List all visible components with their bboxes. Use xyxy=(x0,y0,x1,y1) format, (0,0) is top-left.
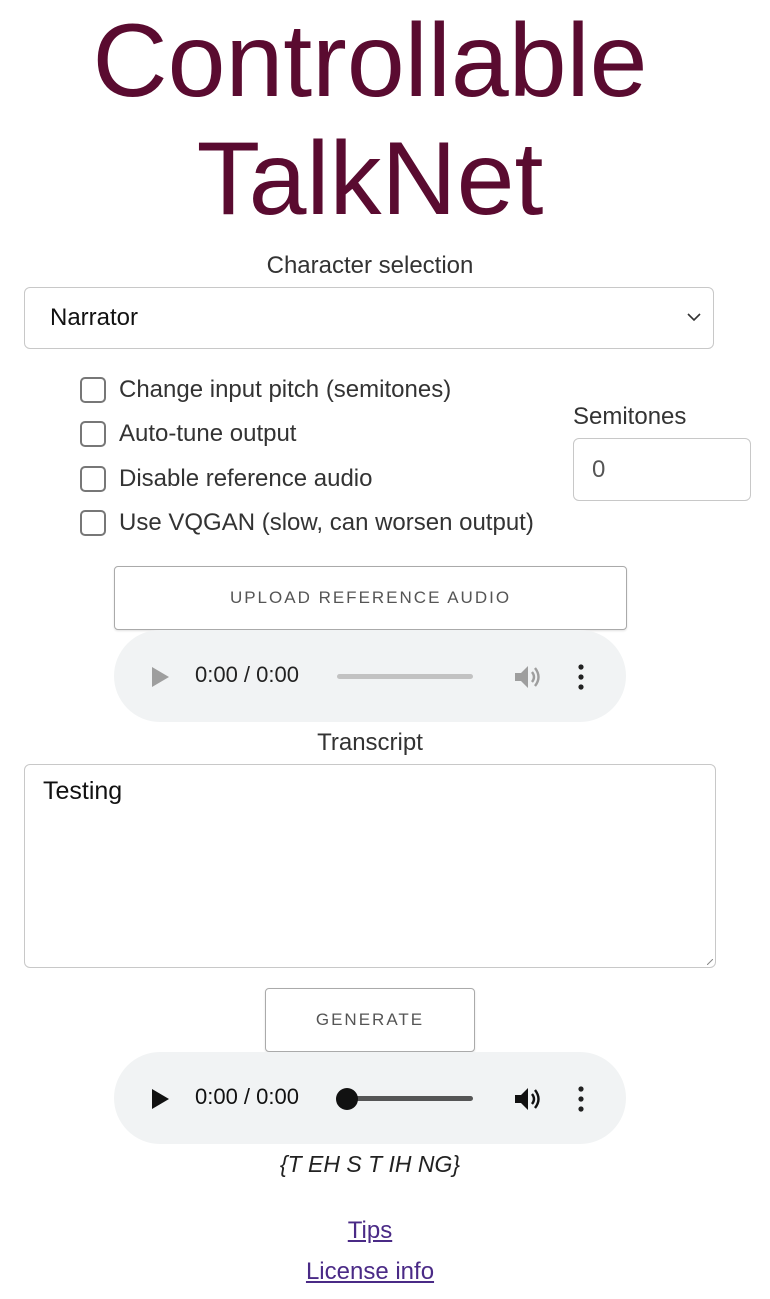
disable-reference-checkbox[interactable] xyxy=(80,466,106,492)
license-info-link[interactable]: License info xyxy=(306,1258,434,1285)
seek-knob[interactable] xyxy=(336,1088,358,1110)
volume-icon[interactable] xyxy=(513,663,543,691)
character-selection-label: Character selection xyxy=(266,252,474,279)
auto-tune-checkbox[interactable] xyxy=(80,421,106,447)
volume-icon[interactable] xyxy=(513,1085,543,1113)
generate-button[interactable]: GENERATE xyxy=(265,988,475,1052)
generated-player-time: 0:00 / 0:00 xyxy=(195,1084,299,1109)
auto-tune-label: Auto-tune output xyxy=(119,420,297,447)
semitones-value: 0 xyxy=(592,455,606,483)
change-pitch-checkbox[interactable] xyxy=(80,377,106,403)
transcript-label: Transcript xyxy=(317,729,423,756)
tips-link-row: Tips xyxy=(0,1217,740,1245)
title-line-2: TalkNet xyxy=(196,121,544,237)
reference-seek-bar[interactable] xyxy=(337,674,473,679)
option-disable-reference[interactable]: Disable reference audio xyxy=(80,465,373,493)
option-auto-tune[interactable]: Auto-tune output xyxy=(80,420,296,448)
reference-audio-player[interactable]: 0:00 / 0:00 xyxy=(114,630,626,722)
license-link-row: License info xyxy=(0,1258,740,1286)
character-select[interactable]: Narrator xyxy=(24,287,714,349)
change-pitch-label: Change input pitch (semitones) xyxy=(119,376,452,403)
option-use-vqgan[interactable]: Use VQGAN (slow, can worsen output) xyxy=(80,509,534,537)
reference-player-time: 0:00 / 0:00 xyxy=(195,662,299,687)
tips-link[interactable]: Tips xyxy=(348,1217,392,1244)
semitones-input[interactable]: 0 xyxy=(573,438,751,501)
generated-audio-player[interactable]: 0:00 / 0:00 xyxy=(114,1052,626,1144)
arpabet-output: {T EH S T IH NG} xyxy=(279,1151,461,1177)
disable-reference-label: Disable reference audio xyxy=(119,465,373,492)
character-select-value: Narrator xyxy=(50,304,139,331)
play-icon[interactable] xyxy=(150,1088,170,1110)
transcript-text: Testing xyxy=(43,777,123,805)
more-options-icon[interactable] xyxy=(578,664,584,690)
chevron-down-icon xyxy=(687,313,701,322)
use-vqgan-checkbox[interactable] xyxy=(80,510,106,536)
semitones-label: Semitones xyxy=(573,403,687,430)
use-vqgan-label: Use VQGAN (slow, can worsen output) xyxy=(119,509,534,536)
page-title: Controllable TalkNet xyxy=(0,2,740,238)
upload-reference-audio-button[interactable]: UPLOAD REFERENCE AUDIO xyxy=(114,566,627,630)
more-options-icon[interactable] xyxy=(578,1086,584,1112)
transcript-textarea[interactable]: Testing xyxy=(24,764,716,968)
play-icon[interactable] xyxy=(150,666,170,688)
resize-handle-icon[interactable] xyxy=(707,959,713,965)
option-change-pitch[interactable]: Change input pitch (semitones) xyxy=(80,376,451,404)
title-line-1: Controllable xyxy=(92,3,648,119)
